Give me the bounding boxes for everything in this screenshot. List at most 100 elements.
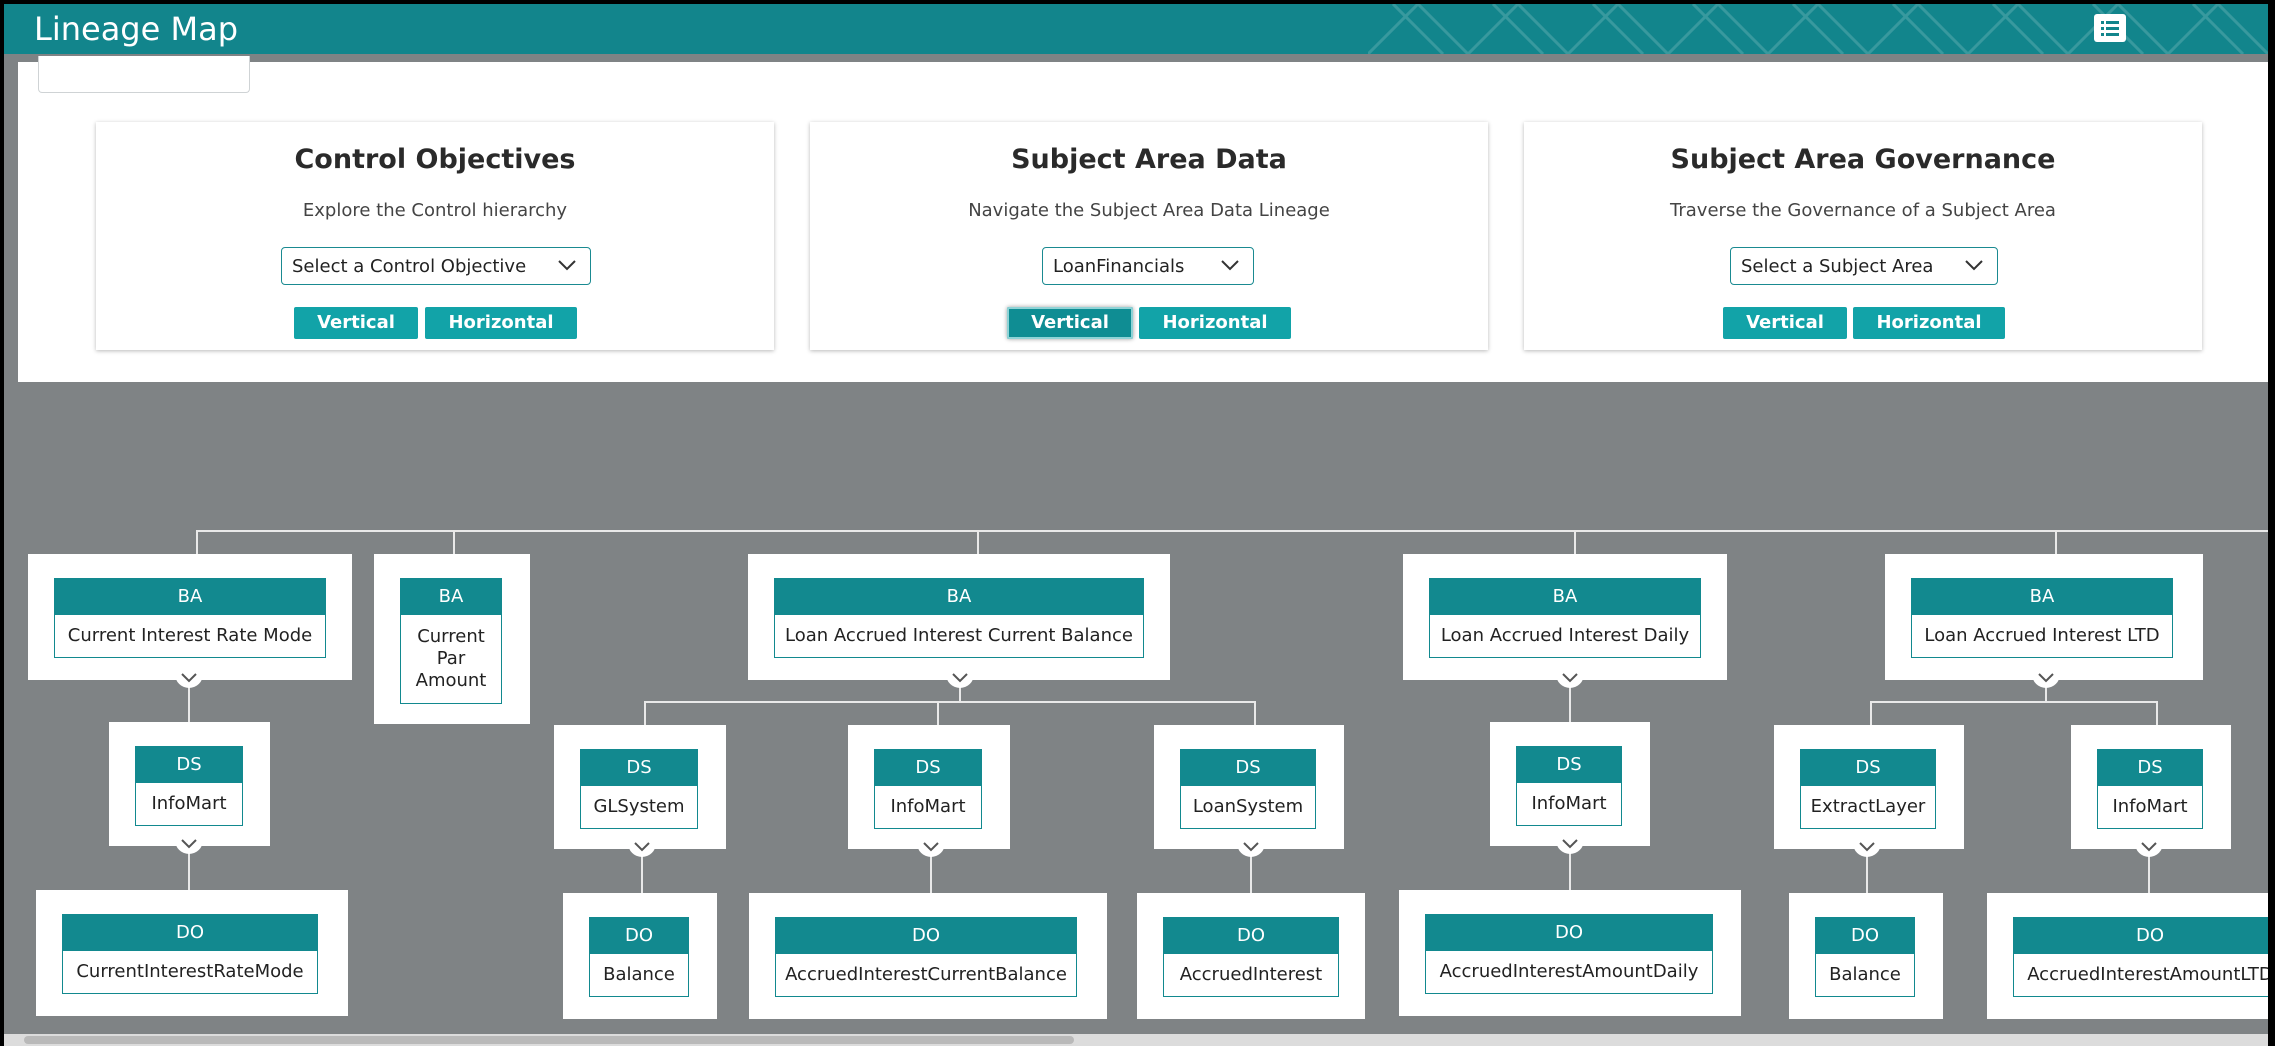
connector-line: [1870, 701, 1872, 725]
expand-toggle[interactable]: [1556, 670, 1584, 688]
lineage-node-ba[interactable]: BA Loan Accrued Interest Current Balance: [748, 554, 1170, 680]
node-card: DO AccruedInterestAmountLTD: [2013, 917, 2268, 997]
lineage-node-ds[interactable]: DS InfoMart: [109, 722, 270, 846]
lineage-node-ds[interactable]: DS InfoMart: [1490, 722, 1650, 846]
card-title: Control Objectives: [294, 144, 576, 175]
menu-button[interactable]: [2094, 14, 2126, 42]
expand-toggle[interactable]: [175, 670, 203, 688]
expand-toggle[interactable]: [2135, 839, 2163, 857]
lineage-node-do[interactable]: DO CurrentInterestRateMode: [36, 890, 348, 1016]
node-card: DO AccruedInterestAmountDaily: [1425, 914, 1713, 994]
lineage-node-ba[interactable]: BA Current Interest Rate Mode: [28, 554, 352, 680]
node-type: BA: [55, 579, 325, 615]
expand-toggle[interactable]: [2032, 670, 2060, 688]
lineage-node-ds[interactable]: DS InfoMart: [848, 725, 1010, 849]
header-pattern: [1368, 4, 2268, 54]
expand-toggle[interactable]: [175, 836, 203, 854]
connector-line: [1254, 701, 1256, 725]
lineage-node-do[interactable]: DO AccruedInterestAmountDaily: [1399, 890, 1741, 1016]
connector-line: [2055, 530, 2057, 556]
node-card: DO AccruedInterestCurrentBalance: [775, 917, 1077, 997]
expand-toggle[interactable]: [1853, 839, 1881, 857]
expand-toggle[interactable]: [917, 839, 945, 857]
node-label: AccruedInterestAmountDaily: [1439, 961, 1699, 982]
lineage-node-do[interactable]: DO AccruedInterest: [1137, 893, 1365, 1019]
node-card: DS ExtractLayer: [1800, 749, 1936, 829]
connector-line: [1870, 701, 2158, 703]
lineage-node-do[interactable]: DO Balance: [1789, 893, 1943, 1019]
lineage-node-ds[interactable]: DS GLSystem: [554, 725, 726, 849]
vertical-button[interactable]: Vertical: [1723, 307, 1847, 339]
node-label: Current Par Amount: [415, 626, 487, 691]
connector-line: [196, 530, 198, 556]
node-label: InfoMart: [890, 796, 966, 817]
node-type: BA: [775, 579, 1143, 615]
control-objectives-card: Control Objectives Explore the Control h…: [96, 122, 774, 350]
chevron-down-icon: [634, 842, 650, 852]
node-card: BA Loan Accrued Interest Daily: [1429, 578, 1701, 658]
node-label: AccruedInterest: [1179, 964, 1323, 985]
scrollbar-thumb[interactable]: [24, 1036, 1074, 1044]
node-card: BA Current Par Amount: [400, 578, 502, 704]
horizontal-button[interactable]: Horizontal: [1853, 307, 2005, 339]
node-card: DS InfoMart: [135, 746, 243, 826]
lineage-node-do[interactable]: DO AccruedInterestAmountLTD: [1987, 893, 2268, 1019]
node-type: DS: [2098, 750, 2202, 786]
app-frame: Lineage Map Control Objectives Explore t…: [4, 4, 2268, 1046]
lineage-node-ds[interactable]: DS InfoMart: [2071, 725, 2231, 849]
node-type: DO: [590, 918, 688, 954]
node-type: BA: [1430, 579, 1700, 615]
lineage-node-ba[interactable]: BA Loan Accrued Interest LTD: [1885, 554, 2203, 680]
subject-area-select[interactable]: Select a Subject Area: [1730, 247, 1998, 285]
vertical-button[interactable]: Vertical: [1007, 307, 1133, 339]
card-description: Explore the Control hierarchy: [302, 200, 568, 221]
connector-line: [937, 701, 939, 725]
list-icon: [2101, 21, 2119, 36]
node-card: DO Balance: [1815, 917, 1915, 997]
node-card: DO AccruedInterest: [1163, 917, 1339, 997]
control-objective-select[interactable]: Select a Control Objective: [281, 247, 591, 285]
connector-line: [644, 701, 1256, 703]
node-label: Balance: [1829, 964, 1901, 985]
lineage-node-ba[interactable]: BA Current Par Amount: [374, 554, 530, 724]
horizontal-scrollbar[interactable]: [4, 1034, 2268, 1046]
subject-area-data-select[interactable]: LoanFinancials: [1042, 247, 1254, 285]
connector-line: [196, 530, 2268, 532]
chevron-down-icon: [923, 842, 939, 852]
node-type: BA: [401, 579, 501, 615]
subject-area-governance-card: Subject Area Governance Traverse the Gov…: [1524, 122, 2202, 350]
lineage-selector-panel: Control Objectives Explore the Control h…: [18, 56, 2268, 382]
node-label: ExtractLayer: [1810, 796, 1926, 817]
lineage-node-ba[interactable]: BA Loan Accrued Interest Daily: [1403, 554, 1727, 680]
horizontal-button[interactable]: Horizontal: [1139, 307, 1291, 339]
chevron-down-icon: [181, 839, 197, 849]
expand-toggle[interactable]: [1237, 839, 1265, 857]
horizontal-button[interactable]: Horizontal: [425, 307, 577, 339]
node-type: DS: [1181, 750, 1315, 786]
node-type: DS: [136, 747, 242, 783]
node-type: DS: [1801, 750, 1935, 786]
vertical-button[interactable]: Vertical: [294, 307, 418, 339]
chevron-down-icon: [1965, 260, 1983, 271]
expand-toggle[interactable]: [1556, 836, 1584, 854]
chevron-down-icon: [1562, 673, 1578, 683]
select-value: Select a Control Objective: [292, 256, 527, 277]
lineage-node-do[interactable]: DO AccruedInterestCurrentBalance: [749, 893, 1107, 1019]
lineage-node-do[interactable]: DO Balance: [563, 893, 717, 1019]
card-description: Navigate the Subject Area Data Lineage: [968, 200, 1330, 221]
node-card: DS LoanSystem: [1180, 749, 1316, 829]
lineage-node-ds[interactable]: DS ExtractLayer: [1774, 725, 1964, 849]
node-label: Loan Accrued Interest Current Balance: [785, 625, 1133, 646]
expand-toggle[interactable]: [946, 670, 974, 688]
expand-toggle[interactable]: [628, 839, 656, 857]
node-card: DS InfoMart: [2097, 749, 2203, 829]
chevron-down-icon: [1243, 842, 1259, 852]
node-card: DO CurrentInterestRateMode: [62, 914, 318, 994]
connector-line: [644, 701, 646, 725]
node-card: DO Balance: [589, 917, 689, 997]
node-label: CurrentInterestRateMode: [76, 961, 304, 982]
panel-tab[interactable]: [38, 56, 250, 93]
lineage-node-ds[interactable]: DS LoanSystem: [1154, 725, 1344, 849]
node-type: DS: [581, 750, 697, 786]
connector-line: [2156, 701, 2158, 725]
